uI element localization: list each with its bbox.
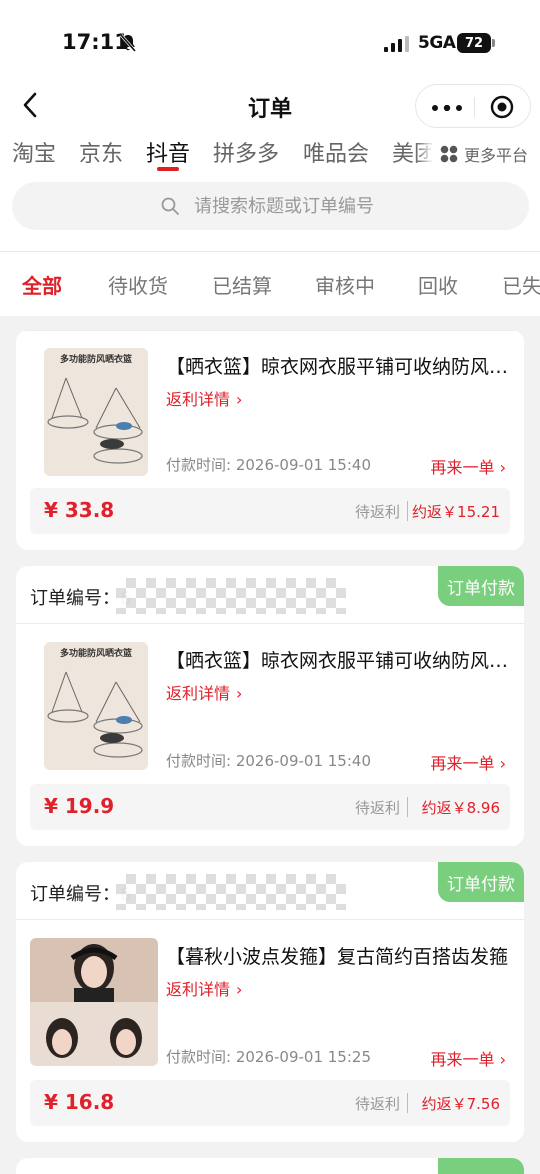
divider [0,251,540,252]
price-bar: ¥ 19.9 待返利 约返￥8.96 [30,784,510,830]
estimated-rebate: 约返￥7.56 [421,1095,500,1113]
price-bar: ¥ 33.8 待返利 约返￥15.21 [30,488,510,534]
active-tab-indicator [157,167,179,171]
status-tab-recycle[interactable]: 回收 [418,270,458,299]
order-number-mask [116,578,346,614]
chevron-right-icon: › [236,390,243,409]
estimated-rebate: 约返￥8.96 [421,799,500,817]
search-icon [161,197,179,215]
more-platforms-label: 更多平台 [464,146,529,165]
product-image: 多功能防风晒衣篮 [44,642,148,770]
tab-meituan[interactable]: 美团 [392,136,436,168]
product-title[interactable]: 【暮秋小波点发箍】复古简约百搭齿发箍 [166,942,512,969]
order-price: ¥ 16.8 [44,1090,115,1114]
rebate-details-link[interactable]: 返利详情 › [166,386,242,410]
status-tab-pending-receipt[interactable]: 待收货 [108,270,168,299]
rebate-details-link[interactable]: 返利详情 › [166,976,242,1000]
order-header: 订单编号：6 订单付款 [16,862,524,920]
status-tab-invalid[interactable]: 已失 [502,270,540,299]
reorder-button[interactable]: 再来一单 › [431,750,507,774]
battery-level: 72 [457,33,491,53]
thumb-label: 多功能防风晒衣篮 [60,647,132,659]
order-paid-badge: 订单付款 [438,862,524,902]
thumb-label: 多功能防风晒衣篮 [60,353,132,365]
order-card[interactable] [16,1158,524,1174]
signal-icon [384,36,409,52]
chevron-right-icon: › [236,980,243,999]
tab-pinduoduo[interactable]: 拼多多 [213,136,279,168]
estimated-rebate: 约返￥15.21 [412,503,500,521]
network-label: 5GA [418,33,456,53]
close-target-icon[interactable] [490,95,514,119]
price-bar: ¥ 16.8 待返利 约返￥7.56 [30,1080,510,1126]
chevron-right-icon: › [236,684,243,703]
order-card[interactable]: 订单编号：6 订单付款 多功能防风晒衣篮 【晒衣篮】晾衣网衣服平铺可收纳防风晒衣… [16,566,524,846]
pay-time: 付款时间: 2026-09-01 15:40 [166,752,371,770]
rebate-status: 待返利 [354,1095,400,1113]
reorder-button[interactable]: 再来一单 › [431,454,507,478]
order-header: 订单编号：6 订单付款 [16,566,524,624]
order-price: ¥ 19.9 [44,794,115,818]
rebate-status: 待返利 [354,799,400,817]
status-tab-all[interactable]: 全部 [22,270,62,299]
order-paid-badge: 订单付款 [438,566,524,606]
pay-time: 付款时间: 2026-09-01 15:25 [166,1048,371,1066]
product-image [30,938,158,1066]
order-number-mask [116,874,346,910]
product-title[interactable]: 【晒衣篮】晾衣网衣服平铺可收纳防风晒衣篮 [166,646,512,673]
more-icon[interactable] [432,105,462,111]
product-image: 多功能防风晒衣篮 [44,348,148,476]
tab-taobao[interactable]: 淘宝 [12,136,56,168]
mini-program-capsule [415,84,531,128]
status-tab-settled[interactable]: 已结算 [212,270,272,299]
reorder-button[interactable]: 再来一单 › [431,1046,507,1070]
more-platforms-button[interactable]: 更多平台 [432,136,540,172]
product-title[interactable]: 【晒衣篮】晾衣网衣服平铺可收纳防风晒衣篮 [166,352,512,379]
search-bar[interactable] [12,182,529,230]
status-tab-reviewing[interactable]: 审核中 [315,270,375,299]
tab-jd[interactable]: 京东 [79,136,123,168]
rebate-details-link[interactable]: 返利详情 › [166,680,242,704]
grid-icon [440,145,458,163]
pay-time: 付款时间: 2026-09-01 15:40 [166,456,371,474]
order-card[interactable]: 订单编号：6 订单付款 【暮秋小波点发箍】复古简约百搭齿发箍 返利详情› 付款时… [16,862,524,1142]
tab-douyin[interactable]: 抖音 [146,136,190,168]
tab-vipshop[interactable]: 唯品会 [303,136,369,168]
rebate-status: 待返利 [354,503,400,521]
order-card[interactable]: 多功能防风晒衣篮 【晒衣篮】晾衣网衣服平铺可收纳防风晒衣篮 返利详情 › 付款时间… [16,330,524,550]
bell-muted-icon [119,34,137,52]
search-input[interactable] [194,182,494,230]
order-price: ¥ 33.8 [44,498,115,522]
battery-icon: 72 [457,33,495,53]
